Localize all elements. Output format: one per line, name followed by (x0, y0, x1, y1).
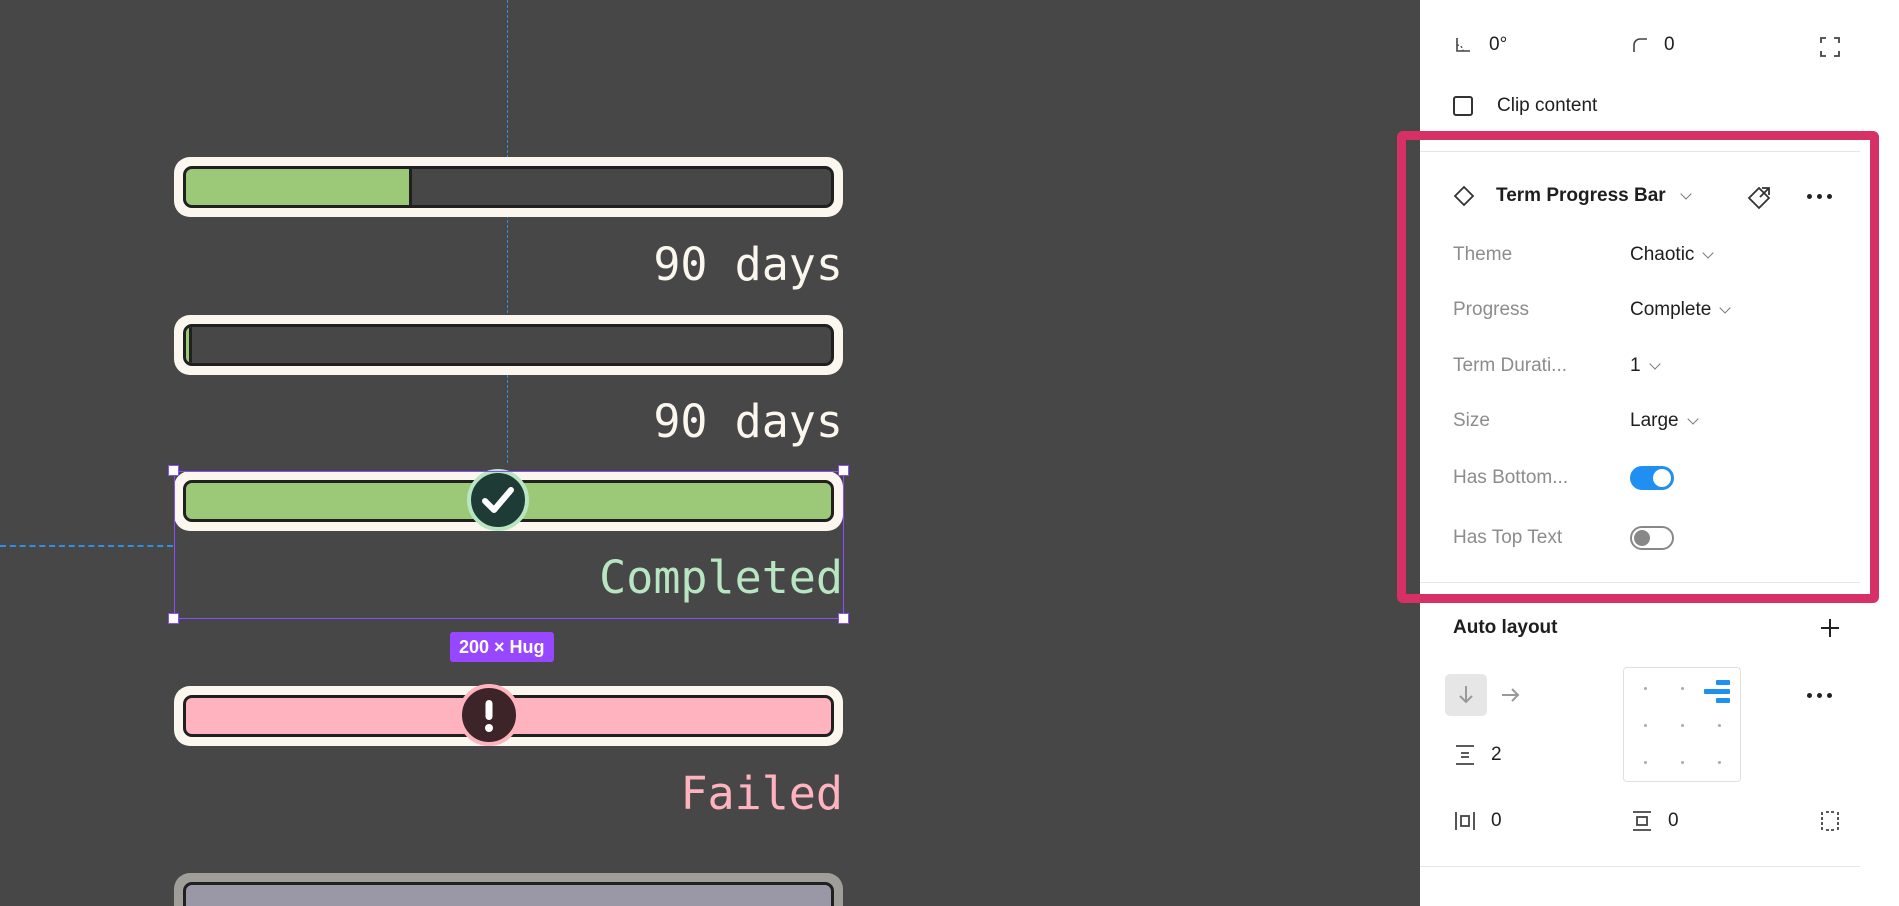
align-dot[interactable] (1681, 687, 1684, 690)
resize-handle-top-right[interactable] (838, 465, 849, 476)
independent-corners-icon[interactable] (1818, 35, 1842, 59)
individual-padding-icon[interactable] (1818, 809, 1842, 833)
resize-handle-top-left[interactable] (168, 465, 179, 476)
horizontal-padding-icon (1455, 812, 1475, 830)
property-label-theme: Theme (1453, 244, 1513, 265)
item-spacing-field[interactable]: 2 (1453, 743, 1502, 767)
toggle-knob (1634, 530, 1650, 546)
progress-bar-1[interactable] (174, 157, 843, 217)
toggle-knob (1653, 469, 1671, 487)
auto-layout-title: Auto layout (1453, 617, 1558, 638)
padding-vertical-value: 0 (1668, 810, 1679, 831)
horizontal-direction-button[interactable] (1490, 674, 1532, 716)
section-divider (1420, 151, 1860, 152)
vertical-padding-icon (1633, 811, 1651, 831)
progress-bar-2[interactable] (174, 315, 843, 375)
progress-label-2: 90 days (653, 395, 843, 448)
chevron-down-icon (1719, 302, 1731, 314)
property-label-size: Size (1453, 410, 1490, 431)
theme-value: Chaotic (1630, 244, 1695, 265)
more-options-icon[interactable] (1807, 194, 1832, 199)
vertical-direction-button[interactable] (1445, 674, 1487, 716)
align-dot[interactable] (1718, 724, 1721, 727)
selection-size-tag: 200 × Hug (450, 632, 554, 662)
term-duration-value: 1 (1630, 355, 1641, 376)
corner-radius-field[interactable]: 0 (1630, 34, 1675, 56)
align-dot[interactable] (1718, 761, 1721, 764)
size-dropdown[interactable]: Large (1630, 410, 1699, 432)
progress-value: Complete (1630, 299, 1712, 320)
resize-handle-bottom-right[interactable] (838, 613, 849, 624)
progress-label-3: Completed (599, 551, 843, 604)
progress-label-1: 90 days (653, 238, 843, 291)
has-top-text-toggle[interactable] (1630, 526, 1674, 550)
align-dot[interactable] (1644, 687, 1647, 690)
rotation-icon (1456, 38, 1470, 52)
align-dot[interactable] (1681, 761, 1684, 764)
property-label-progress: Progress (1453, 299, 1530, 320)
align-dot[interactable] (1644, 724, 1647, 727)
component-diamond-icon (1453, 185, 1475, 207)
properties-panel: 0° 0 Clip content Term Progress Bar Them… (1420, 0, 1899, 906)
go-to-main-component-icon[interactable] (1745, 184, 1773, 212)
resize-handle-bottom-left[interactable] (168, 613, 179, 624)
progress-track (183, 324, 834, 366)
add-icon[interactable] (1818, 616, 1842, 640)
progress-fill (186, 169, 412, 205)
align-top-right-icon (1704, 680, 1730, 703)
progress-track (183, 882, 834, 906)
size-value: Large (1630, 410, 1679, 431)
rotation-value: 0° (1489, 34, 1508, 55)
clip-content-label: Clip content (1497, 95, 1598, 116)
progress-bar-5[interactable] (174, 873, 843, 906)
rotation-field[interactable]: 0° (1453, 34, 1507, 56)
chevron-down-icon (1680, 188, 1692, 200)
progress-label-4: Failed (680, 767, 843, 820)
term-duration-dropdown[interactable]: 1 (1630, 355, 1661, 377)
check-circle-icon (467, 469, 529, 531)
chevron-down-icon (1686, 413, 1699, 425)
theme-dropdown[interactable]: Chaotic (1630, 244, 1715, 266)
alert-circle-icon (458, 684, 520, 746)
has-bottom-toggle[interactable] (1630, 466, 1674, 490)
gap-value: 2 (1491, 744, 1502, 765)
clip-content-checkbox[interactable] (1453, 96, 1473, 116)
clip-content-option[interactable]: Clip content (1453, 95, 1597, 117)
progress-dropdown[interactable]: Complete (1630, 299, 1731, 321)
vertical-gap-icon (1456, 745, 1474, 765)
arrow-right-icon (1502, 688, 1520, 702)
corner-radius-value: 0 (1664, 34, 1675, 55)
vertical-guide-line (507, 0, 508, 463)
progress-track (183, 166, 834, 208)
chevron-down-icon (1648, 358, 1661, 370)
chevron-down-icon (1702, 247, 1715, 259)
property-label-term-duration: Term Durati... (1453, 355, 1568, 376)
section-divider (1420, 582, 1860, 583)
vertical-padding-field[interactable]: 0 (1630, 809, 1679, 833)
align-dot[interactable] (1681, 724, 1684, 727)
alignment-grid[interactable] (1623, 667, 1741, 782)
horizontal-guide-line (0, 545, 173, 547)
design-canvas[interactable]: 90 days 90 days Completed 200 × Hug Fail… (0, 0, 1420, 906)
padding-horizontal-value: 0 (1491, 810, 1502, 831)
align-dot[interactable] (1644, 761, 1647, 764)
component-name: Term Progress Bar (1496, 185, 1666, 206)
horizontal-padding-field[interactable]: 0 (1453, 809, 1502, 833)
property-label-has-bottom: Has Bottom... (1453, 467, 1569, 488)
auto-layout-more-icon[interactable] (1807, 693, 1832, 698)
section-divider (1420, 866, 1860, 867)
component-header[interactable]: Term Progress Bar (1453, 185, 1692, 207)
property-label-has-top-text: Has Top Text (1453, 527, 1563, 548)
progress-fill (186, 327, 193, 363)
arrow-down-icon (1459, 686, 1473, 704)
corner-radius-icon (1633, 38, 1647, 52)
